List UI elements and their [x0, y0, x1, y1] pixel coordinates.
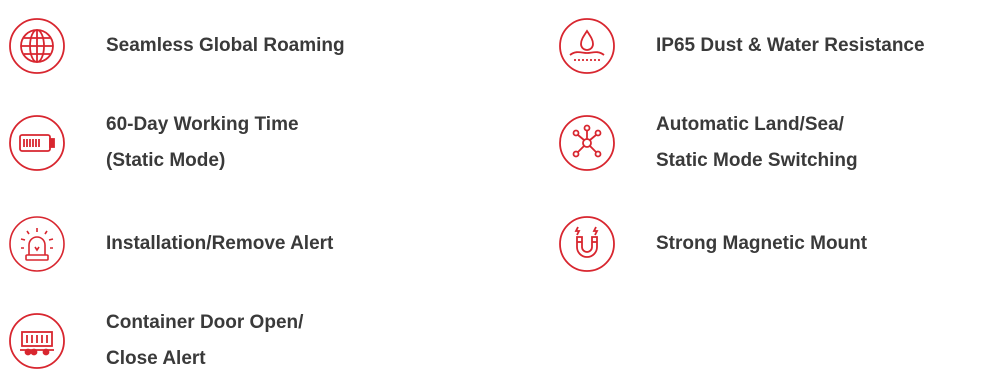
magnet-icon [558, 215, 616, 273]
feature-label-line: (Static Mode) [106, 150, 226, 171]
feature-working-time: 60-Day Working Time (Static Mode) [8, 107, 299, 179]
network-hub-icon [558, 114, 616, 172]
feature-global-roaming: Seamless Global Roaming [8, 17, 345, 75]
feature-label: IP65 Dust & Water Resistance [656, 28, 925, 64]
feature-label: 60-Day Working Time (Static Mode) [106, 107, 299, 179]
feature-label-line: Close Alert [106, 348, 206, 369]
feature-ip65: IP65 Dust & Water Resistance [558, 17, 925, 75]
feature-label: Installation/Remove Alert [106, 226, 333, 262]
feature-label-line: Automatic Land/Sea/ [656, 114, 844, 135]
feature-label-line: Installation/Remove Alert [106, 233, 334, 254]
feature-label: Automatic Land/Sea/ Static Mode Switchin… [656, 107, 858, 179]
container-icon [8, 312, 66, 370]
feature-label: Container Door Open/ Close Alert [106, 305, 303, 377]
water-drop-icon [558, 17, 616, 75]
feature-magnetic-mount: Strong Magnetic Mount [558, 215, 867, 273]
globe-icon [8, 17, 66, 75]
feature-label-line: 60-Day Working Time [106, 114, 299, 135]
feature-label-line: Container Door Open/ [106, 312, 304, 333]
feature-label-line: Seamless Global Roaming [106, 35, 345, 56]
feature-container-door-alert: Container Door Open/ Close Alert [8, 305, 303, 377]
feature-label-line: Strong Magnetic Mount [656, 233, 868, 254]
feature-label: Strong Magnetic Mount [656, 226, 867, 262]
feature-mode-switching: Automatic Land/Sea/ Static Mode Switchin… [558, 107, 858, 179]
alarm-siren-icon [8, 215, 66, 273]
feature-label-line: Static Mode Switching [656, 150, 858, 171]
battery-icon [8, 114, 66, 172]
feature-label: Seamless Global Roaming [106, 28, 345, 64]
feature-label-line: IP65 Dust & Water Resistance [656, 35, 925, 56]
feature-installation-alert: Installation/Remove Alert [8, 215, 333, 273]
